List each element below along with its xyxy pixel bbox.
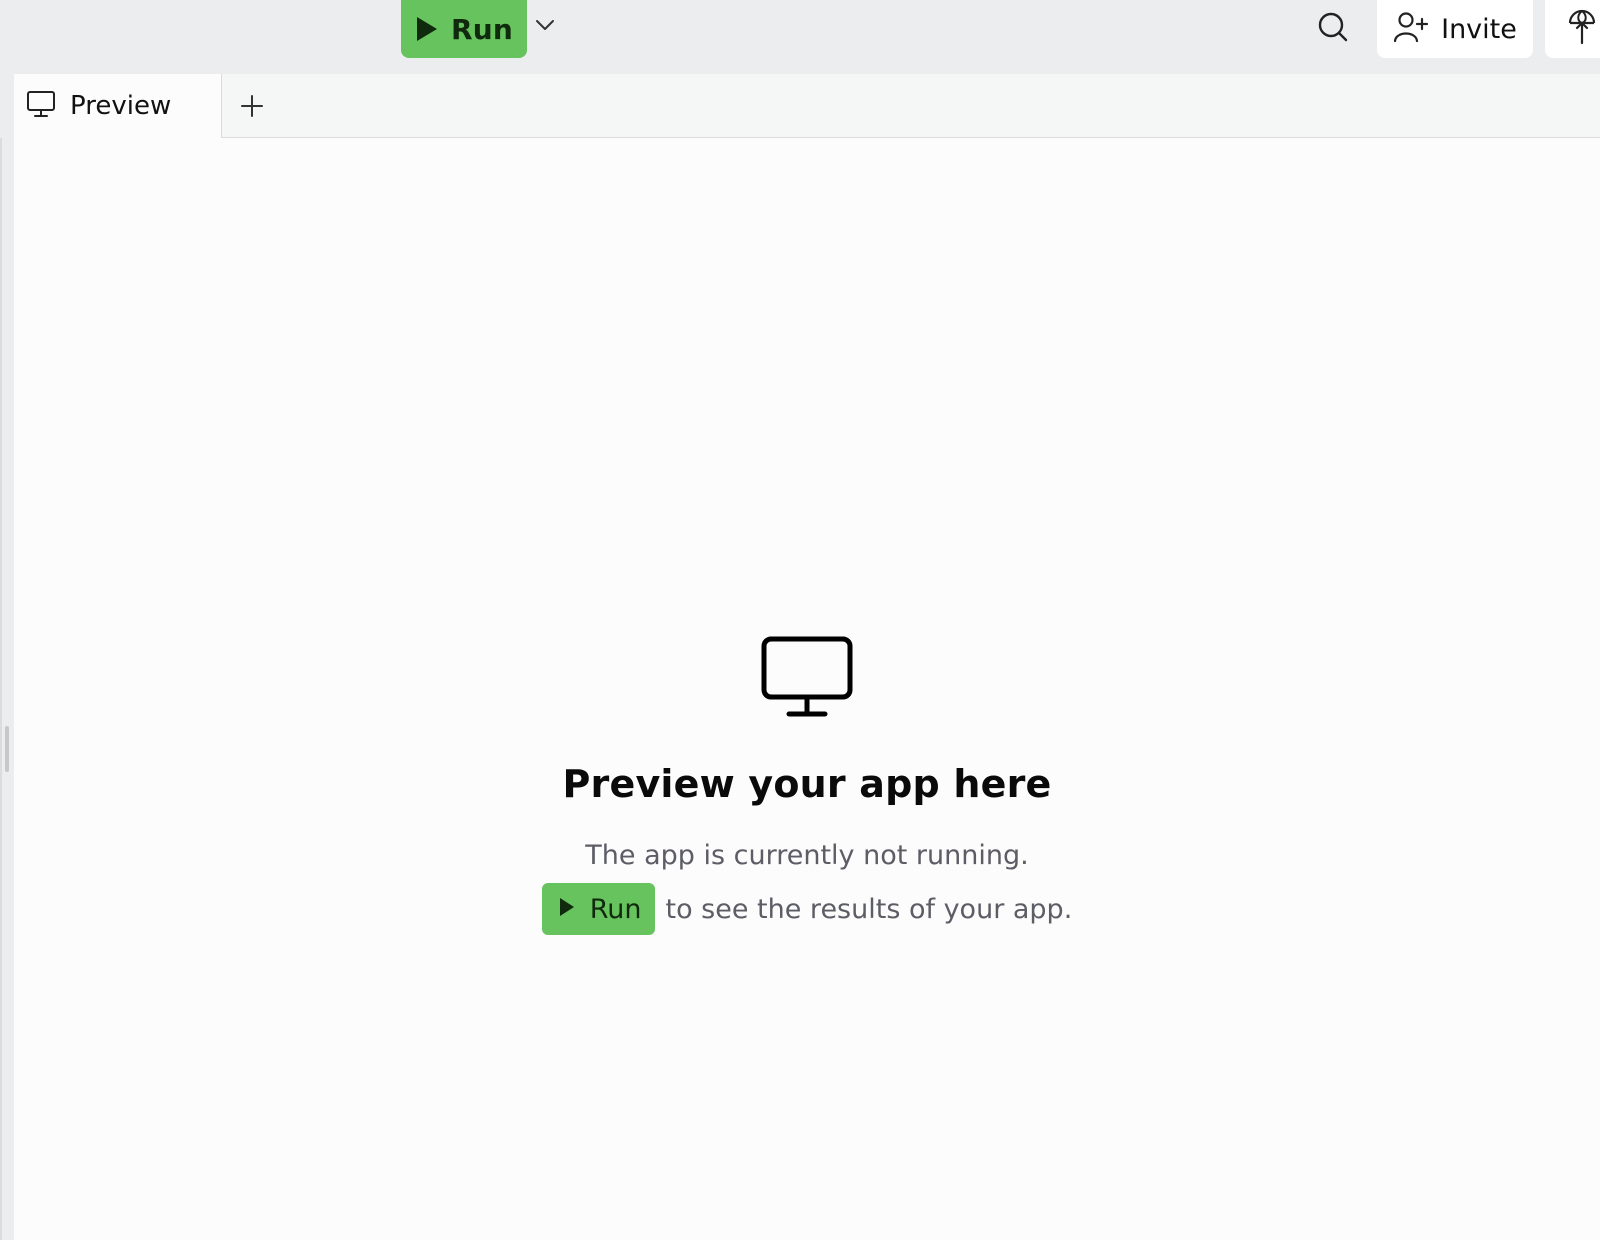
run-button[interactable]: Run <box>401 0 527 58</box>
tab-bar: Preview <box>14 74 1600 138</box>
monitor-icon <box>761 636 853 717</box>
empty-state: Preview your app here The app is current… <box>14 634 1600 935</box>
run-button-label: Run <box>450 12 514 46</box>
chevron-down-icon[interactable] <box>534 14 556 36</box>
tab-preview[interactable]: Preview <box>14 74 222 138</box>
empty-state-title: Preview your app here <box>562 762 1052 806</box>
preview-panel: Preview Preview your app here The app is… <box>14 74 1600 1240</box>
plus-icon[interactable] <box>238 92 266 120</box>
panel-divider <box>0 138 2 1240</box>
invite-button-label: Invite <box>1441 13 1517 45</box>
tab-label: Preview <box>70 91 172 121</box>
inline-run-button[interactable]: Run <box>541 883 656 935</box>
deploy-button[interactable] <box>1545 0 1600 58</box>
inline-run-label: Run <box>589 893 642 925</box>
invite-button[interactable]: Invite <box>1377 0 1533 58</box>
left-panel-edge <box>0 74 14 1240</box>
monitor-icon <box>26 89 56 123</box>
empty-state-message: The app is currently not running. <box>585 840 1029 871</box>
deploy-icon <box>1567 9 1597 49</box>
play-icon <box>415 15 439 43</box>
resize-handle[interactable] <box>5 726 9 772</box>
top-bar: Run Invite <box>0 0 1600 74</box>
empty-state-hint: Run to see the results of your app. <box>14 883 1600 935</box>
search-icon[interactable] <box>1316 10 1350 44</box>
user-plus-icon <box>1393 11 1429 47</box>
empty-state-hint-text: to see the results of your app. <box>665 893 1073 925</box>
play-icon <box>558 894 576 925</box>
